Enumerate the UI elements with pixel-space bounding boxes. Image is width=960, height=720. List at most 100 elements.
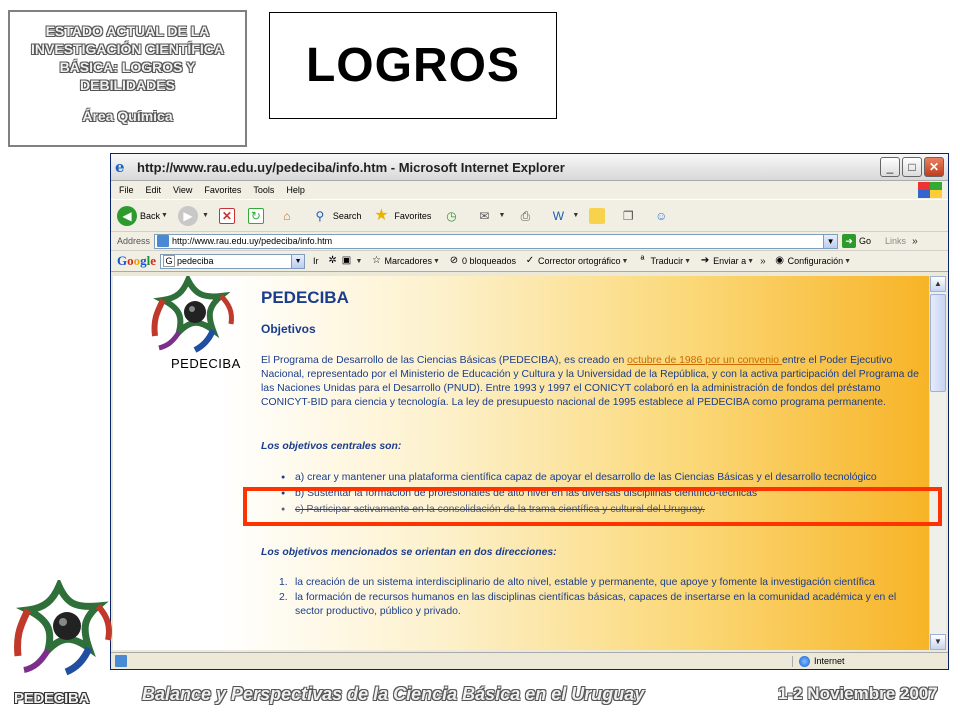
scroll-up-icon[interactable]: ▲ bbox=[930, 276, 946, 292]
dropdown-arrow-icon[interactable]: ▼ bbox=[844, 258, 851, 265]
convenio-link[interactable]: octubre de 1986 por un convenio bbox=[627, 355, 782, 366]
dropdown-arrow-icon[interactable]: ▼ bbox=[356, 258, 363, 265]
slide-title-line: INVESTIGACIÓN CIENTÍFICA bbox=[31, 41, 224, 57]
address-value[interactable]: http://www.rau.edu.uy/pedeciba/info.htm bbox=[172, 236, 823, 246]
security-zone: Internet bbox=[792, 655, 912, 667]
windows-flag-icon bbox=[918, 182, 942, 198]
edit-button[interactable]: W ▼ bbox=[548, 206, 580, 226]
star-icon: ★ bbox=[374, 206, 389, 224]
send-icon: ➔ bbox=[700, 255, 710, 266]
settings-button[interactable]: ◉ Configuración ▼ bbox=[774, 255, 851, 267]
translate-button[interactable]: ª Traducir ▼ bbox=[636, 255, 691, 267]
dropdown-arrow-icon[interactable]: ▼ bbox=[202, 212, 209, 219]
chevron-more-icon[interactable]: » bbox=[760, 256, 766, 267]
research-button[interactable]: ❐ bbox=[618, 206, 641, 226]
status-bar: Internet bbox=[111, 652, 948, 669]
slide-title-line: DEBILIDADES bbox=[80, 77, 175, 93]
bookmark-star-icon: ☆ bbox=[371, 255, 381, 266]
menu-bar: File Edit View Favorites Tools Help bbox=[111, 181, 948, 199]
translate-icon: ª bbox=[640, 255, 645, 266]
links-button[interactable]: Links bbox=[885, 236, 906, 246]
chevron-more-icon[interactable]: » bbox=[912, 236, 918, 247]
home-button[interactable]: ⌂ bbox=[277, 206, 300, 226]
highlight-box bbox=[243, 487, 942, 526]
refresh-icon: ↻ bbox=[247, 207, 264, 224]
footer-pedeciba-logo bbox=[4, 577, 114, 680]
menu-edit[interactable]: Edit bbox=[146, 185, 162, 195]
google-logo[interactable]: Google bbox=[117, 253, 156, 269]
slide-title-line: BÁSICA: LOGROS Y bbox=[59, 59, 196, 75]
chevron-down-icon[interactable]: ▼ bbox=[823, 234, 838, 248]
minimize-button[interactable]: _ bbox=[880, 157, 900, 177]
menu-tools[interactable]: Tools bbox=[253, 185, 274, 195]
back-label: Back bbox=[140, 210, 161, 221]
footer-title: Balance y Perspectivas de la Ciencia Bás… bbox=[142, 684, 645, 704]
stop-icon: ✕ bbox=[218, 207, 235, 224]
list-item: 2. la formación de recursos humanos en la… bbox=[279, 592, 897, 617]
objectives-heading: Los objetivos centrales son: bbox=[261, 441, 402, 452]
google-search-input[interactable]: G pedeciba ▼ bbox=[160, 253, 306, 269]
list-item: 1. la creación de un sistema interdiscipl… bbox=[279, 577, 875, 588]
pedeciba-logo: PEDECIBA bbox=[133, 276, 243, 376]
menu-help[interactable]: Help bbox=[286, 185, 305, 195]
menu-file[interactable]: File bbox=[119, 185, 134, 195]
dropdown-arrow-icon[interactable]: ▼ bbox=[747, 258, 754, 265]
stop-button[interactable]: ✕ bbox=[218, 207, 238, 224]
standard-toolbar: ◀ Back ▼ ▶ ▼ ✕ ↻ ⌂ ⚲ Search ★ Favorites … bbox=[111, 199, 948, 231]
forward-arrow-icon: ▶ bbox=[177, 205, 198, 226]
dropdown-arrow-icon[interactable]: ▼ bbox=[498, 212, 505, 219]
scroll-thumb[interactable] bbox=[930, 294, 946, 392]
search-button[interactable]: ⚲ Search bbox=[310, 206, 361, 226]
scroll-down-icon[interactable]: ▼ bbox=[930, 634, 946, 650]
mail-button[interactable]: ✉ ▼ bbox=[474, 206, 505, 226]
google-go-button[interactable]: Ir bbox=[313, 256, 319, 266]
page-status-icon bbox=[115, 655, 127, 667]
mail-icon: ✉ bbox=[479, 208, 490, 223]
history-button[interactable]: ◷ bbox=[441, 206, 464, 226]
chevron-down-icon[interactable]: ▼ bbox=[291, 254, 305, 268]
pagerank-icon: ▣ bbox=[341, 255, 352, 266]
pedeciba-logo-text: PEDECIBA bbox=[171, 356, 241, 371]
vertical-scrollbar[interactable]: ▲ ▼ bbox=[929, 276, 946, 650]
close-button[interactable]: ✕ bbox=[924, 157, 944, 177]
dropdown-arrow-icon[interactable]: ▼ bbox=[433, 258, 440, 265]
dropdown-arrow-icon[interactable]: ▼ bbox=[161, 212, 168, 219]
browser-window: e http://www.rau.edu.uy/pedeciba/info.ht… bbox=[110, 153, 949, 670]
google-search-value[interactable]: pedeciba bbox=[177, 256, 291, 266]
dropdown-arrow-icon[interactable]: ▼ bbox=[572, 212, 579, 219]
bookmarks-button[interactable]: ☆ Marcadores ▼ bbox=[370, 255, 440, 267]
spellcheck-button[interactable]: ✓ Corrector ortográfico ▼ bbox=[524, 255, 629, 267]
menu-favorites[interactable]: Favorites bbox=[204, 185, 241, 195]
printer-icon: ⎙ bbox=[520, 208, 531, 223]
slide-heading-box: LOGROS bbox=[269, 12, 557, 119]
address-label: Address bbox=[117, 236, 151, 246]
send-to-button[interactable]: ➔ Enviar a ▼» bbox=[699, 255, 766, 267]
list-item: a) crear y mantener una plataforma cient… bbox=[281, 471, 921, 485]
menu-view[interactable]: View bbox=[173, 185, 192, 195]
address-input[interactable]: http://www.rau.edu.uy/pedeciba/info.htm … bbox=[154, 233, 839, 249]
notes-button[interactable] bbox=[589, 207, 608, 224]
refresh-button[interactable]: ↻ bbox=[247, 207, 267, 224]
back-button[interactable]: ◀ Back ▼ bbox=[117, 205, 168, 226]
dropdown-arrow-icon[interactable]: ▼ bbox=[684, 258, 691, 265]
popup-blocker-icon: ⊘ bbox=[449, 255, 459, 266]
print-button[interactable]: ⎙ bbox=[515, 206, 538, 226]
google-misc-icons[interactable]: ✲ ▣ ▼ bbox=[327, 255, 363, 267]
window-titlebar[interactable]: e http://www.rau.edu.uy/pedeciba/info.ht… bbox=[111, 154, 948, 181]
popup-blocker-button[interactable]: ⊘ 0 bloqueados bbox=[448, 255, 516, 267]
maximize-button[interactable]: □ bbox=[902, 157, 922, 177]
messenger-icon: ☺ bbox=[655, 208, 668, 223]
page-subtitle: Objetivos bbox=[261, 322, 316, 336]
dropdown-arrow-icon[interactable]: ▼ bbox=[622, 258, 629, 265]
forward-button[interactable]: ▶ ▼ bbox=[177, 205, 209, 226]
favorites-button[interactable]: ★ Favorites bbox=[371, 206, 431, 226]
footer-logo-text: PEDECIBA bbox=[14, 690, 90, 707]
google-toolbar: Google G pedeciba ▼ Ir ✲ ▣ ▼ ☆ Marcadores ▼ … bbox=[111, 250, 948, 272]
slide-heading: LOGROS bbox=[305, 39, 520, 92]
ie-logo-icon: e bbox=[115, 158, 125, 176]
history-icon: ◷ bbox=[446, 208, 457, 223]
favorites-label: Favorites bbox=[394, 210, 432, 221]
messenger-button[interactable]: ☺ bbox=[651, 206, 674, 226]
directions-list: 1. la creación de un sistema interdiscipl… bbox=[279, 576, 924, 620]
go-button[interactable]: ➜ Go bbox=[842, 234, 871, 248]
